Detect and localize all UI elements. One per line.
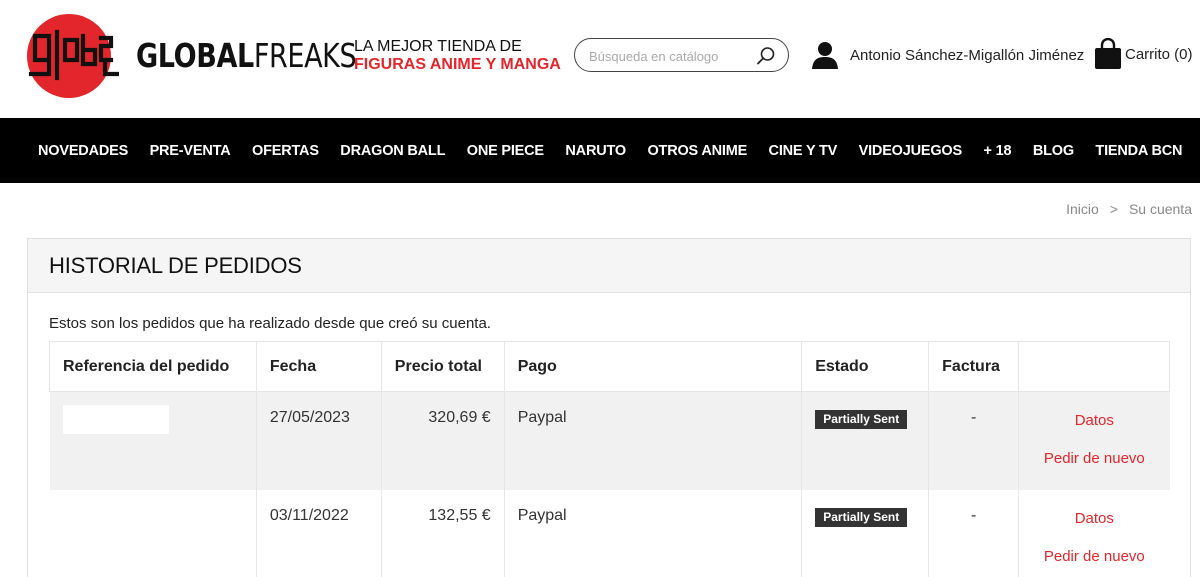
nav-item-pre-venta[interactable]: PRE-VENTA bbox=[150, 143, 231, 159]
card-header: HISTORIAL DE PEDIDOS bbox=[28, 239, 1190, 293]
order-payment: Paypal bbox=[504, 391, 803, 490]
column-header-actions bbox=[1019, 342, 1170, 392]
order-date: 27/05/2023 bbox=[256, 391, 382, 490]
page-title: HISTORIAL DE PEDIDOS bbox=[49, 253, 302, 278]
order-details-link[interactable]: Datos bbox=[1032, 412, 1156, 429]
breadcrumb-home[interactable]: Inicio bbox=[1066, 201, 1099, 217]
order-history-card: HISTORIAL DE PEDIDOS Estos son los pedid… bbox=[27, 238, 1191, 577]
intro-text: Estos son los pedidos que ha realizado d… bbox=[49, 315, 491, 332]
tagline: LA MEJOR TIENDA DE FIGURAS ANIME Y MANGA bbox=[354, 38, 561, 74]
logo-lettering-icon bbox=[28, 29, 119, 81]
user-icon[interactable] bbox=[810, 40, 840, 75]
order-total: 320,69 € bbox=[381, 391, 505, 490]
status-badge: Partially Sent bbox=[815, 410, 908, 429]
nav-item-tienda-bcn[interactable]: TIENDA BCN bbox=[1095, 143, 1182, 159]
column-header-status: Estado bbox=[801, 341, 930, 392]
reorder-link[interactable]: Pedir de nuevo bbox=[1032, 450, 1156, 467]
column-header-total: Precio total bbox=[381, 341, 505, 392]
redacted-reference bbox=[62, 405, 169, 434]
user-name[interactable]: Antonio Sánchez-Migallón Jiménez bbox=[850, 47, 1084, 64]
order-status-cell: Partially Sent bbox=[801, 391, 930, 490]
nav-item-ofertas[interactable]: OFERTAS bbox=[252, 143, 319, 159]
nav-item-plus-18[interactable]: + 18 bbox=[983, 143, 1011, 159]
table-row: 03/11/2022 132,55 € Paypal Partially Sen… bbox=[49, 489, 1170, 577]
order-details-link[interactable]: Datos bbox=[1032, 510, 1156, 527]
orders-table: Referencia del pedido Fecha Precio total… bbox=[49, 341, 1170, 577]
search-input[interactable] bbox=[589, 46, 749, 66]
order-actions: Datos Pedir de nuevo bbox=[1019, 490, 1170, 577]
column-header-date: Fecha bbox=[256, 341, 382, 392]
order-date: 03/11/2022 bbox=[256, 489, 382, 577]
table-row: 27/05/2023 320,69 € Paypal Partially Sen… bbox=[49, 391, 1170, 490]
site-logo[interactable] bbox=[27, 14, 119, 98]
table-header-row: Referencia del pedido Fecha Precio total… bbox=[49, 341, 1170, 392]
reorder-link[interactable]: Pedir de nuevo bbox=[1032, 548, 1156, 565]
column-header-payment: Pago bbox=[504, 341, 803, 392]
nav-item-dragon-ball[interactable]: DRAGON BALL bbox=[340, 143, 445, 159]
order-invoice: - bbox=[928, 391, 1020, 490]
tagline-line2: FIGURAS ANIME Y MANGA bbox=[354, 56, 561, 73]
order-status-cell: Partially Sent bbox=[801, 489, 930, 577]
order-reference[interactable] bbox=[49, 489, 257, 577]
order-reference[interactable] bbox=[49, 391, 257, 490]
nav-item-novedades[interactable]: NOVEDADES bbox=[38, 143, 128, 159]
search-icon[interactable] bbox=[756, 46, 776, 71]
search-box bbox=[574, 38, 789, 72]
nav-item-videojuegos[interactable]: VIDEOJUEGOS bbox=[859, 143, 963, 159]
order-invoice: - bbox=[928, 489, 1020, 577]
breadcrumb-current[interactable]: Su cuenta bbox=[1129, 201, 1192, 217]
nav-item-one-piece[interactable]: ONE PIECE bbox=[467, 143, 544, 159]
shopping-bag-icon[interactable] bbox=[1094, 37, 1122, 75]
site-header: GLOBALFREAKS LA MEJOR TIENDA DE FIGURAS … bbox=[0, 0, 1200, 118]
cart-label[interactable]: Carrito (0) bbox=[1125, 46, 1193, 63]
brand-name[interactable]: GLOBALFREAKS bbox=[136, 36, 357, 75]
order-payment: Paypal bbox=[504, 489, 803, 577]
breadcrumb-separator: > bbox=[1109, 201, 1118, 217]
column-header-reference: Referencia del pedido bbox=[49, 341, 257, 392]
main-nav: NOVEDADES PRE-VENTA OFERTAS DRAGON BALL … bbox=[0, 118, 1200, 183]
breadcrumb: Inicio > Su cuenta bbox=[1066, 201, 1192, 217]
order-total: 132,55 € bbox=[381, 489, 505, 577]
nav-item-cine-y-tv[interactable]: CINE Y TV bbox=[769, 143, 838, 159]
tagline-line1: LA MEJOR TIENDA DE bbox=[354, 38, 522, 55]
status-badge: Partially Sent bbox=[815, 507, 908, 527]
nav-item-blog[interactable]: BLOG bbox=[1033, 143, 1074, 159]
order-actions: Datos Pedir de nuevo bbox=[1019, 392, 1170, 490]
column-header-invoice: Factura bbox=[928, 341, 1020, 392]
nav-item-otros-anime[interactable]: OTROS ANIME bbox=[647, 143, 747, 159]
nav-item-naruto[interactable]: NARUTO bbox=[565, 143, 626, 159]
